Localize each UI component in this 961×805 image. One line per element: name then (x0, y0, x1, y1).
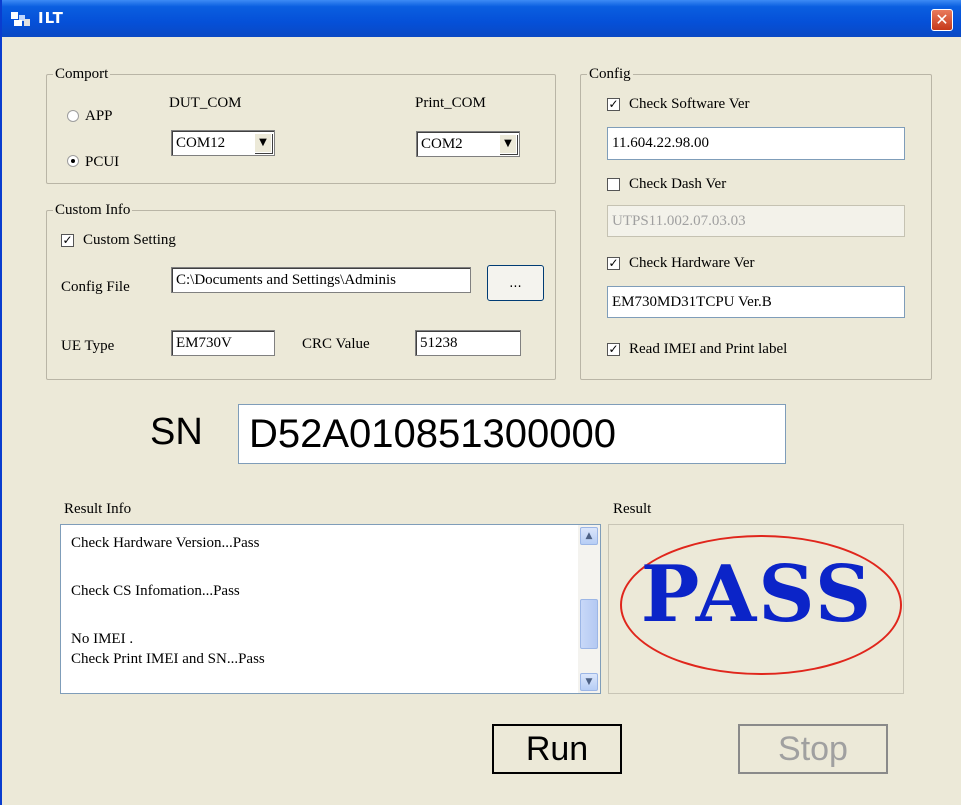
result-log-line: No IMEI . (71, 631, 134, 647)
result-info-label: Result Info (64, 501, 132, 517)
chevron-down-icon[interactable]: ▼ (499, 134, 517, 154)
dut-com-value: COM12 (176, 135, 226, 151)
chevron-down-icon[interactable]: ▼ (254, 133, 272, 153)
config-file-input[interactable]: C:\Documents and Settings\Adminis (171, 267, 471, 293)
check-software-label[interactable]: Check Software Ver (629, 95, 750, 113)
custom-setting-checkbox[interactable]: ✓ (61, 234, 74, 247)
window-title: ILT (38, 9, 64, 27)
crc-value-label: CRC Value (302, 336, 370, 352)
custom-setting-label[interactable]: Custom Setting (83, 231, 176, 249)
print-com-select[interactable]: COM2 ▼ (416, 131, 520, 157)
close-icon: ✕ (935, 10, 949, 29)
scroll-down-icon[interactable]: ▼ (580, 673, 598, 691)
dut-com-label: DUT_COM (169, 95, 242, 111)
config-file-label: Config File (61, 279, 130, 295)
comport-legend: Comport (53, 65, 111, 83)
run-button-label: Run (525, 730, 589, 768)
check-dash-label[interactable]: Check Dash Ver (629, 175, 726, 193)
custom-info-group: Custom Info ✓ Custom Setting Config File… (46, 201, 556, 380)
close-button[interactable]: ✕ (931, 9, 953, 31)
browse-button-label: ... (509, 276, 522, 291)
run-button[interactable]: Run (492, 724, 622, 774)
sn-input[interactable]: D52A010851300000 (238, 404, 786, 464)
config-legend: Config (587, 65, 633, 83)
ue-type-label: UE Type (61, 338, 115, 354)
app-radio[interactable] (67, 110, 79, 122)
comport-group: Comport APP PCUI DUT_COM COM12 ▼ Print_C… (46, 65, 556, 184)
result-log-line (71, 603, 265, 627)
crc-value-input[interactable]: 51238 (415, 330, 521, 356)
stop-button[interactable]: Stop (738, 724, 888, 774)
title-bar: ILT ✕ (2, 0, 961, 37)
print-com-label: Print_COM (415, 95, 486, 111)
result-log-line: Check Hardware Version...Pass (71, 535, 260, 551)
stop-button-label: Stop (778, 730, 848, 768)
check-dash-checkbox[interactable] (607, 178, 620, 191)
dash-version-input: UTPS11.002.07.03.03 (607, 205, 905, 237)
custom-info-legend: Custom Info (53, 201, 133, 219)
config-group: Config ✓ Check Software Ver 11.604.22.98… (580, 65, 932, 380)
software-version-input[interactable]: 11.604.22.98.00 (607, 127, 905, 160)
result-log-line: Check CS Infomation...Pass (71, 583, 240, 599)
scroll-thumb[interactable] (580, 599, 598, 649)
read-imei-checkbox[interactable]: ✓ (607, 343, 620, 356)
result-scrollbar[interactable]: ▲ ▼ (578, 525, 600, 693)
result-log: Check Hardware Version...Pass Check CS I… (71, 531, 265, 671)
check-hardware-label[interactable]: Check Hardware Ver (629, 254, 755, 272)
scroll-up-icon[interactable]: ▲ (580, 527, 598, 545)
dut-com-select[interactable]: COM12 ▼ (171, 130, 275, 156)
check-software-checkbox[interactable]: ✓ (607, 98, 620, 111)
hardware-version-input[interactable]: EM730MD31TCPU Ver.B (607, 286, 905, 318)
read-imei-label[interactable]: Read IMEI and Print label (629, 340, 787, 358)
pcui-radio-label[interactable]: PCUI (85, 153, 119, 171)
app-icon (11, 12, 30, 26)
result-log-line (71, 555, 265, 579)
pcui-radio[interactable] (67, 155, 79, 167)
browse-button[interactable]: ... (487, 265, 544, 301)
print-com-value: COM2 (421, 136, 463, 152)
result-panel: PASS (608, 524, 904, 694)
result-log-line: Check Print IMEI and SN...Pass (71, 651, 265, 667)
sn-label: SN (150, 411, 203, 453)
result-status: PASS (640, 549, 874, 640)
result-label: Result (613, 501, 652, 517)
check-hardware-checkbox[interactable]: ✓ (607, 257, 620, 270)
ilt-window: ILT ✕ Comport APP PCUI DUT_COM COM12 ▼ P… (0, 0, 961, 805)
ue-type-input[interactable]: EM730V (171, 330, 275, 356)
app-radio-label[interactable]: APP (85, 107, 113, 125)
result-info-textarea[interactable]: Check Hardware Version...Pass Check CS I… (60, 524, 601, 694)
